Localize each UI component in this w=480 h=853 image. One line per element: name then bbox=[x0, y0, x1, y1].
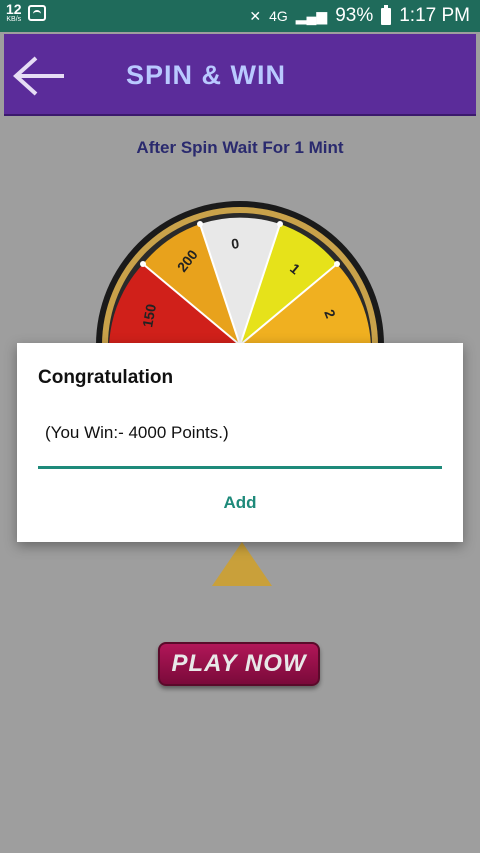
network-speed-unit: KB/s bbox=[6, 16, 22, 23]
wheel-pin bbox=[197, 221, 203, 227]
wheel-pin bbox=[277, 221, 283, 227]
dialog-divider bbox=[38, 466, 442, 469]
battery-icon bbox=[381, 4, 392, 25]
app-header: SPIN & WIN bbox=[4, 34, 476, 116]
wait-notice: After Spin Wait For 1 Mint bbox=[136, 138, 344, 157]
status-right: ✕ 4G ▂▄▆ 93% 1:17 PM bbox=[249, 4, 470, 27]
arrow-left-icon[interactable] bbox=[12, 54, 66, 98]
clock: 1:17 PM bbox=[399, 5, 470, 26]
add-button[interactable]: Add bbox=[17, 493, 463, 513]
mute-icon: ✕ bbox=[249, 7, 262, 24]
network-speed-value: 12 bbox=[6, 1, 22, 17]
signal-icon: ▂▄▆ bbox=[295, 7, 328, 24]
wheel-pointer-icon bbox=[212, 542, 272, 586]
wheel-pin bbox=[334, 261, 340, 267]
status-bar: 12 KB/s ✕ 4G ▂▄▆ 93% 1:17 PM bbox=[0, 0, 480, 32]
wheel-pin bbox=[140, 261, 146, 267]
network-speed: 12 KB/s bbox=[6, 2, 22, 23]
wifi-icon bbox=[27, 4, 46, 21]
page-title: SPIN & WIN bbox=[126, 60, 287, 90]
dialog-message: (You Win:- 4000 Points.) bbox=[45, 423, 229, 442]
play-now-button[interactable]: PLAY NOW bbox=[158, 642, 320, 686]
network-type: 4G bbox=[269, 8, 288, 24]
congratulation-dialog: Congratulation (You Win:- 4000 Points.) … bbox=[17, 343, 463, 542]
dialog-title: Congratulation bbox=[38, 367, 174, 388]
battery-percent: 93% bbox=[335, 5, 374, 26]
status-left: 12 KB/s bbox=[6, 2, 46, 23]
